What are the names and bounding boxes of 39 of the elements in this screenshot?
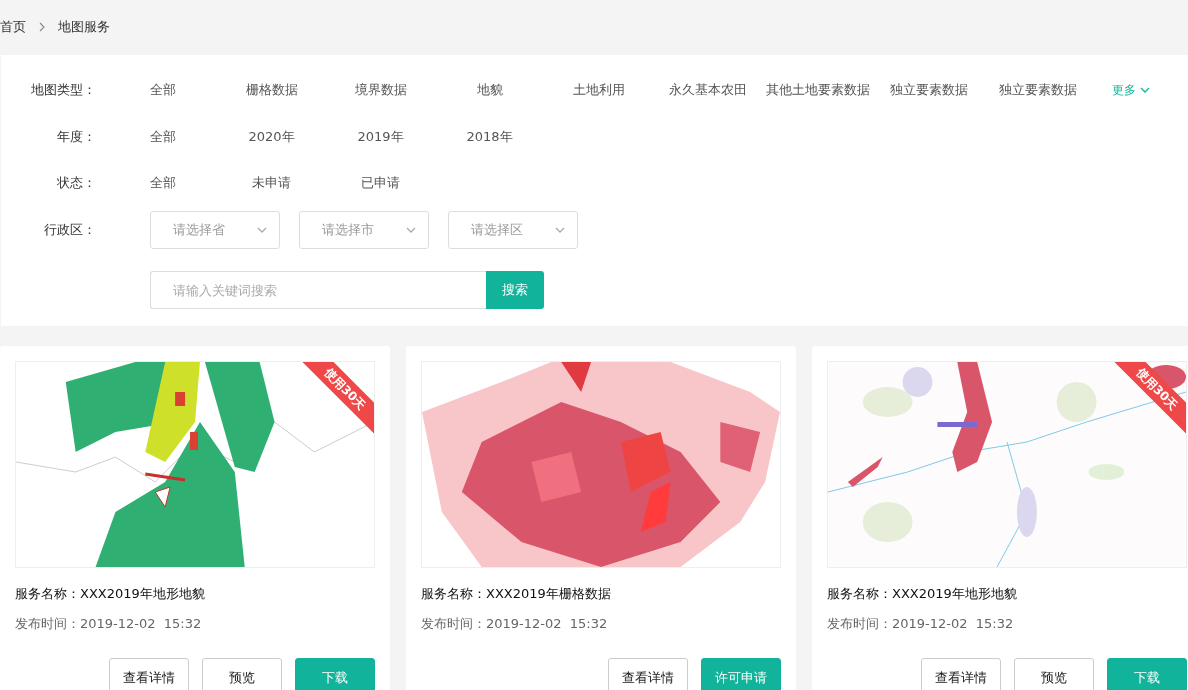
service-name: 服务名称：XXX2019年地形地貌 <box>15 585 206 603</box>
filter-label: 地图类型： <box>30 81 96 100</box>
service-name: 服务名称：XXX2019年地形地貌 <box>827 585 1018 603</box>
filter-label: 行政区： <box>43 220 96 239</box>
filter-option[interactable]: 独立要素数据 <box>983 81 1092 100</box>
filter-option[interactable]: 未申请 <box>217 174 326 193</box>
chevron-down-icon <box>257 226 267 233</box>
breadcrumb-link[interactable]: 首页 <box>0 17 26 36</box>
card-button[interactable]: 查看详情 <box>109 658 189 690</box>
filter-label: 年度： <box>56 127 96 146</box>
card-button[interactable]: 预览 <box>202 658 282 690</box>
chevron-down-icon <box>555 226 565 233</box>
service-name: 服务名称：XXX2019年栅格数据 <box>421 585 612 603</box>
card-button[interactable]: 查看详情 <box>608 658 688 690</box>
chevron-down-icon <box>406 226 416 233</box>
filter-option[interactable]: 2019年 <box>326 127 435 146</box>
filter-label: 状态： <box>56 174 96 193</box>
search-field[interactable]: 请输入关键词搜索 <box>150 271 486 309</box>
filter-option[interactable]: 永久基本农田 <box>653 81 762 100</box>
publish-time: 发布时间：2019-12-02 15:32 <box>421 615 609 633</box>
chevron-down-icon <box>1140 87 1150 94</box>
filter-option[interactable]: 已申请 <box>326 174 435 193</box>
filter-option[interactable]: 全部 <box>108 174 217 193</box>
filter-option[interactable]: 地貌 <box>435 81 544 100</box>
filter-option[interactable]: 2020年 <box>217 127 326 146</box>
filter-option[interactable]: 全部 <box>108 127 217 146</box>
breadcrumb-link[interactable]: 地图服务 <box>58 17 110 36</box>
publish-time: 发布时间：2019-12-02 15:32 <box>15 615 203 633</box>
card-button[interactable]: 查看详情 <box>921 658 1001 690</box>
filter-option[interactable]: 栅格数据 <box>217 81 326 100</box>
filter-option[interactable]: 土地利用 <box>544 81 653 100</box>
filter-option[interactable]: 独立要素数据 <box>874 81 983 100</box>
filter-option[interactable]: 其他土地要素数据 <box>762 81 874 100</box>
separator-icon <box>39 21 45 32</box>
filter-option[interactable]: 全部 <box>108 81 217 100</box>
filter-option[interactable]: 2018年 <box>435 127 544 146</box>
publish-time: 发布时间：2019-12-02 15:32 <box>827 615 1015 633</box>
filter-option[interactable]: 境界数据 <box>326 81 435 100</box>
card-button[interactable]: 预览 <box>1014 658 1094 690</box>
